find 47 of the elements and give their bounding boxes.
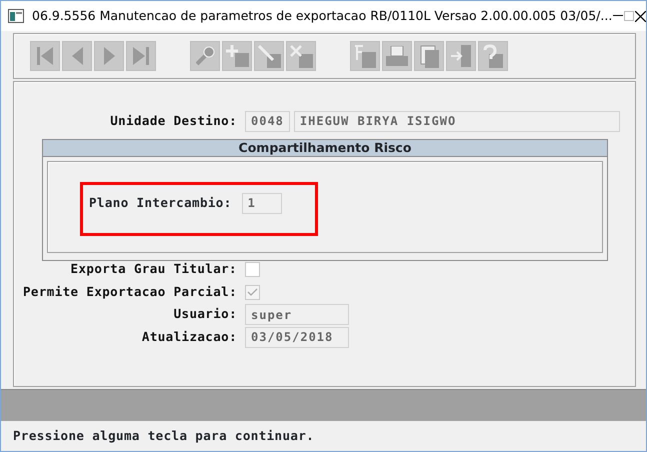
input-field[interactable]: 1 bbox=[242, 192, 282, 214]
field-label: Usuario: bbox=[172, 305, 237, 324]
field-label: Atualizacao: bbox=[140, 328, 237, 346]
door-button[interactable] bbox=[446, 41, 476, 71]
printer-button[interactable] bbox=[382, 41, 412, 71]
field-label: Plano Intercambio: bbox=[89, 194, 232, 212]
input-field[interactable]: 03/05/2018 bbox=[245, 326, 349, 348]
letter-f-icon bbox=[354, 44, 376, 68]
help-icon bbox=[483, 44, 503, 68]
door-icon bbox=[451, 45, 471, 67]
minimize-icon bbox=[612, 15, 623, 17]
first-record-button[interactable] bbox=[30, 41, 60, 71]
letter-f-button[interactable] bbox=[350, 41, 380, 71]
search-icon bbox=[196, 46, 214, 66]
field-label: Exporta Grau Titular: bbox=[70, 260, 237, 278]
add-button[interactable] bbox=[222, 41, 252, 71]
search-button[interactable] bbox=[190, 41, 220, 71]
printer-icon bbox=[386, 46, 408, 66]
help-button[interactable] bbox=[478, 41, 508, 71]
delete-icon bbox=[290, 44, 312, 68]
first-record-icon bbox=[37, 47, 53, 65]
field-label: Permite Exportacao Parcial: bbox=[22, 282, 237, 301]
add-icon bbox=[226, 45, 248, 67]
status-message: Pressione alguma tecla para continuar. bbox=[12, 427, 316, 445]
previous-icon bbox=[72, 47, 82, 65]
next-button[interactable] bbox=[94, 41, 124, 71]
delete-button[interactable] bbox=[286, 41, 316, 71]
pencil-icon bbox=[258, 44, 280, 68]
checkbox[interactable] bbox=[245, 284, 260, 300]
field-label: Unidade Destino: bbox=[109, 112, 237, 130]
checkmark-icon bbox=[247, 288, 258, 297]
documents-button[interactable] bbox=[414, 41, 444, 71]
close-icon bbox=[634, 10, 646, 22]
checkbox[interactable] bbox=[245, 262, 260, 278]
input-field[interactable]: 0048 bbox=[245, 110, 290, 132]
app-icon bbox=[8, 9, 24, 23]
maximize-icon bbox=[624, 11, 634, 21]
input-field[interactable]: super bbox=[245, 304, 349, 326]
window-title: 06.9.5556 Manutencao de parametros de exportacao RB/0110L Versao 2.00.00.005 03/05/... bbox=[32, 6, 612, 25]
last-record-button[interactable] bbox=[126, 41, 156, 71]
previous-button[interactable] bbox=[62, 41, 92, 71]
next-icon bbox=[104, 47, 114, 65]
dialog-title: Compartilhamento Risco bbox=[43, 140, 607, 157]
input-field[interactable]: IHEGUW BIRYA ISIGWO bbox=[294, 110, 620, 132]
pencil-button[interactable] bbox=[254, 41, 284, 71]
last-record-icon bbox=[133, 47, 149, 65]
documents-icon bbox=[420, 44, 438, 68]
